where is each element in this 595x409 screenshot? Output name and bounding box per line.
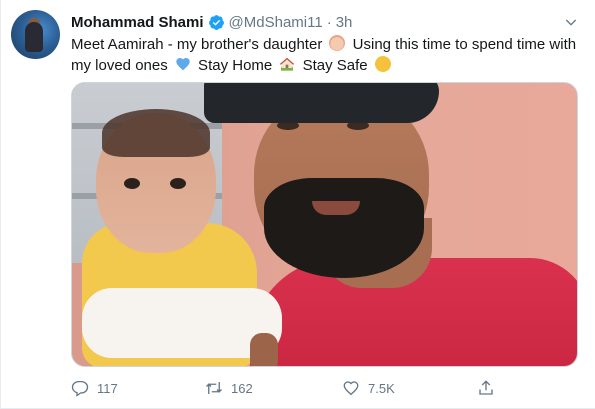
retweet-count: 162 xyxy=(231,380,253,396)
author-handle[interactable]: @MdShami11 xyxy=(229,14,323,31)
tweet-text: Meet Aamirah - my brother's daughter Usi… xyxy=(71,34,581,76)
like-button[interactable]: 7.5K xyxy=(342,379,395,397)
tweet-timestamp[interactable]: 3h xyxy=(336,14,353,31)
photo-man-beard xyxy=(264,178,424,278)
reply-count: 117 xyxy=(97,380,118,396)
like-count: 7.5K xyxy=(368,380,395,396)
tweet-text-part-3: Stay Home xyxy=(193,57,273,74)
photo-man-cap xyxy=(204,83,439,123)
tweet-card[interactable]: Mohammad Shami @MdShami11 · 3h Meet Aami… xyxy=(0,0,595,409)
avatar[interactable] xyxy=(11,10,60,59)
tweet-actions: 117 162 7.5K xyxy=(71,376,511,400)
tweet-text-part-1: Meet Aamirah - my brother's daughter xyxy=(71,36,323,53)
photo-man-mouth xyxy=(312,201,360,215)
chevron-down-icon[interactable] xyxy=(563,14,579,30)
heart-icon xyxy=(343,381,359,396)
tweet-header: Mohammad Shami @MdShami11 · 3h xyxy=(71,12,352,32)
retweet-icon xyxy=(206,382,222,394)
retweet-button[interactable]: 162 xyxy=(205,379,253,397)
tweet-photo[interactable] xyxy=(71,82,578,367)
house-with-garden-emoji-icon xyxy=(280,57,295,71)
separator-dot: · xyxy=(326,13,332,31)
reply-icon xyxy=(71,380,89,397)
share-icon xyxy=(479,380,493,395)
verified-badge-icon xyxy=(208,14,224,30)
share-button[interactable] xyxy=(477,379,503,397)
avatar-figure-body xyxy=(25,22,43,52)
blue-heart-emoji-icon xyxy=(176,58,190,71)
reply-button[interactable]: 117 xyxy=(71,379,118,397)
author-name[interactable]: Mohammad Shami xyxy=(71,14,204,31)
tweet-text-part-4: Stay Safe xyxy=(298,57,368,74)
photo-man-hand xyxy=(250,333,278,366)
baby-emoji-icon xyxy=(329,35,346,51)
photo-baby-eye xyxy=(124,178,140,189)
hugging-face-emoji-icon xyxy=(374,56,391,72)
photo-baby-eye xyxy=(170,178,186,189)
photo-baby-hair xyxy=(102,109,210,157)
